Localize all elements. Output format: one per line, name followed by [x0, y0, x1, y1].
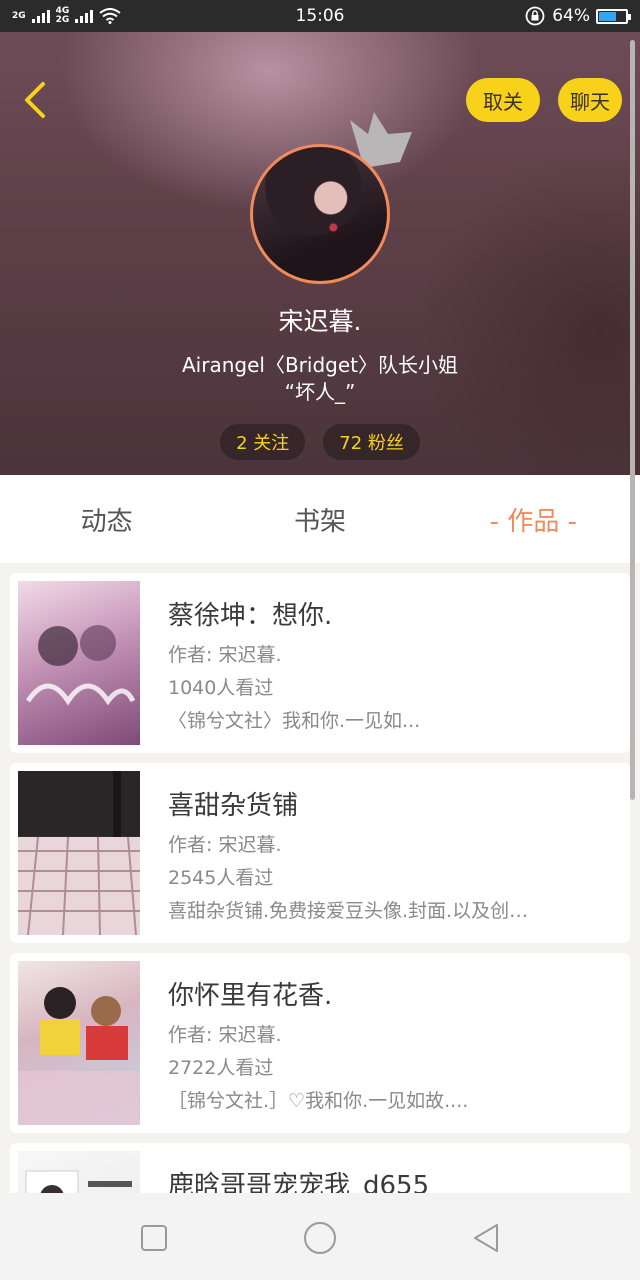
- profile-header: 取关 聊天 宋迟暮. Airangel〈Bridget〉队长小姐 “坏人_” 2…: [0, 32, 640, 475]
- battery-percent: 64%: [552, 6, 590, 26]
- followers-count[interactable]: 72 粉丝: [323, 424, 420, 460]
- work-card[interactable]: 蔡徐坤：想你. 作者: 宋迟暮. 1040人看过 〈锦兮文社〉我和你.一见如..…: [10, 573, 630, 753]
- bio-line-2: “坏人_”: [284, 380, 356, 404]
- work-title: 鹿晗哥哥宠宠我_d655: [168, 1171, 430, 1193]
- nav-back-button[interactable]: [468, 1220, 504, 1256]
- home-button[interactable]: [302, 1220, 338, 1256]
- recent-apps-button[interactable]: [136, 1220, 172, 1256]
- work-views: 2545人看过: [168, 867, 274, 889]
- work-card[interactable]: 鹿晗哥哥宠宠我_d655: [10, 1143, 630, 1193]
- battery-icon: [596, 8, 631, 24]
- cover-art: [25, 1170, 132, 1193]
- tab-bar: 动态 书架 - 作品 -: [0, 475, 640, 563]
- rotation-lock-icon: [525, 6, 545, 26]
- work-card[interactable]: 喜甜杂货铺 作者: 宋迟暮. 2545人看过 喜甜杂货铺.免费接爱豆头像.封面.…: [10, 763, 630, 943]
- work-title: 蔡徐坤：想你.: [168, 601, 333, 631]
- triangle-back-icon: [474, 1223, 498, 1252]
- system-nav-bar: [0, 1195, 640, 1280]
- bio: Airangel〈Bridget〉队长小姐 “坏人_”: [0, 352, 640, 406]
- wifi-icon: [99, 8, 121, 24]
- tab-works[interactable]: - 作品 -: [427, 501, 640, 538]
- clock: 15:06: [295, 6, 345, 26]
- signal-area: 2G 4G 2G: [12, 7, 121, 25]
- cover-art: [18, 771, 140, 935]
- cover-art: [18, 987, 140, 1125]
- tab-activity[interactable]: 动态: [0, 501, 213, 538]
- scrollbar[interactable]: [630, 40, 635, 800]
- work-author: 作者: 宋迟暮.: [168, 1024, 282, 1046]
- cover-image: [18, 581, 140, 745]
- bio-line-1: Airangel〈Bridget〉队长小姐: [182, 353, 458, 377]
- work-title: 你怀里有花香.: [168, 981, 333, 1011]
- tab-bookshelf[interactable]: 书架: [213, 501, 426, 538]
- work-author: 作者: 宋迟暮.: [168, 644, 282, 666]
- signal-1-icon: [31, 9, 50, 23]
- avatar[interactable]: [250, 144, 390, 284]
- cover-image: [18, 1151, 140, 1193]
- cover-image: [18, 771, 140, 935]
- unfollow-button[interactable]: 取关: [466, 78, 540, 122]
- work-views: 2722人看过: [168, 1057, 274, 1079]
- status-right: 64%: [524, 6, 631, 26]
- cover-image: [18, 961, 140, 1125]
- work-desc: 〈锦兮文社〉我和你.一见如...: [168, 710, 421, 732]
- network-type-3: 2G: [55, 15, 70, 25]
- back-button[interactable]: [18, 80, 52, 120]
- signal-2-icon: [75, 9, 94, 23]
- following-count[interactable]: 2 关注: [220, 424, 306, 460]
- battery-fill: [599, 11, 616, 21]
- network-type-1: 2G: [12, 10, 26, 21]
- work-title: 喜甜杂货铺: [168, 791, 299, 821]
- username: 宋迟暮.: [278, 307, 362, 336]
- stats: 2 关注 72 粉丝: [0, 424, 640, 460]
- circle-icon: [304, 1221, 336, 1254]
- chat-button[interactable]: 聊天: [558, 78, 622, 122]
- work-card[interactable]: 你怀里有花香. 作者: 宋迟暮. 2722人看过 ［锦兮文社.］♡我和你.一见如…: [10, 953, 630, 1133]
- chevron-left-icon: [25, 82, 45, 118]
- square-icon: [141, 1224, 167, 1251]
- work-views: 1040人看过: [168, 677, 274, 699]
- work-desc: 喜甜杂货铺.免费接爱豆头像.封面.以及创…: [168, 900, 529, 922]
- works-list: 蔡徐坤：想你. 作者: 宋迟暮. 1040人看过 〈锦兮文社〉我和你.一见如..…: [10, 573, 630, 1193]
- work-author: 作者: 宋迟暮.: [168, 834, 282, 856]
- cover-art: [25, 625, 136, 706]
- work-desc: ［锦兮文社.］♡我和你.一见如故....: [168, 1090, 469, 1112]
- status-bar: 2G 4G 2G 15:06 64%: [0, 0, 640, 32]
